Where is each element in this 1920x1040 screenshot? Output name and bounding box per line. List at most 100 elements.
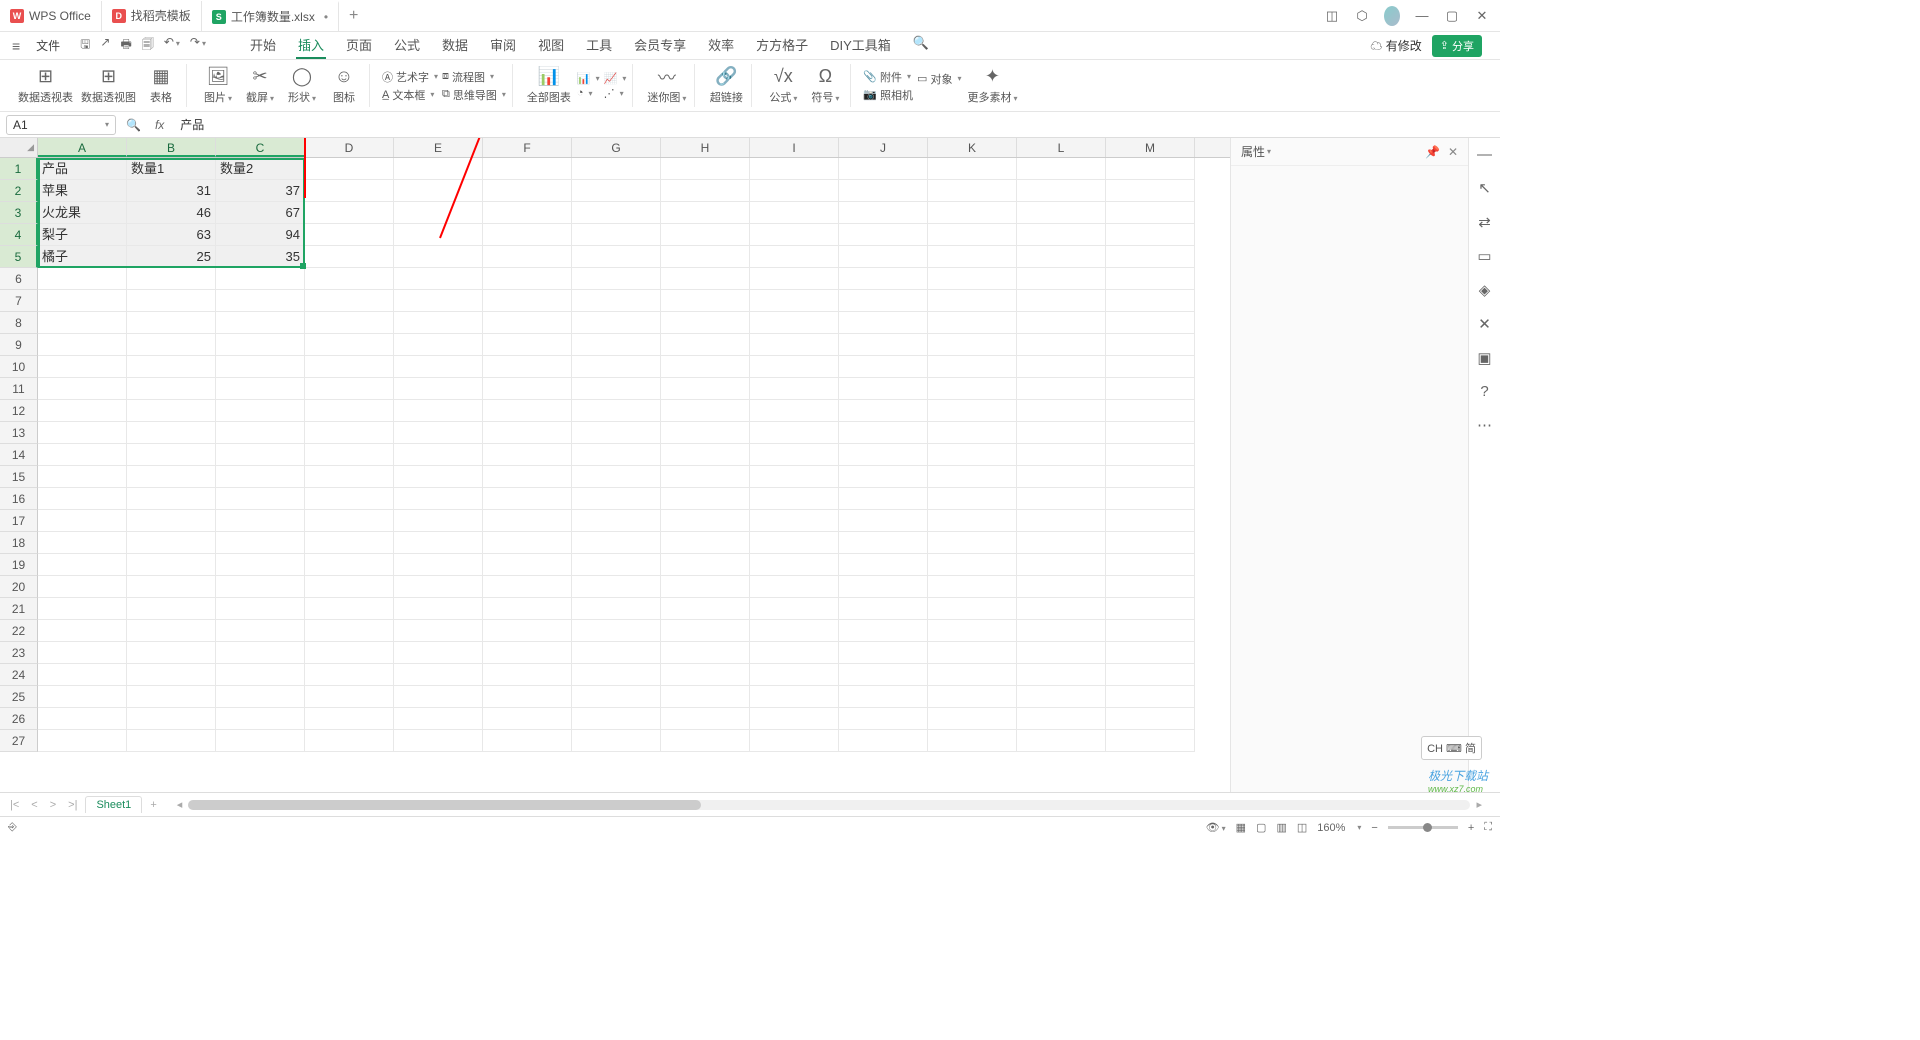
cell[interactable] bbox=[127, 664, 216, 686]
cell[interactable] bbox=[483, 488, 572, 510]
cell[interactable] bbox=[750, 642, 839, 664]
cell[interactable]: 火龙果 bbox=[38, 202, 127, 224]
cell[interactable] bbox=[1017, 510, 1106, 532]
zoom-slider[interactable] bbox=[1388, 826, 1458, 829]
cell[interactable] bbox=[216, 356, 305, 378]
cell[interactable] bbox=[572, 246, 661, 268]
cell[interactable] bbox=[305, 378, 394, 400]
cell[interactable] bbox=[127, 444, 216, 466]
row-header[interactable]: 6 bbox=[0, 268, 38, 290]
cell[interactable] bbox=[483, 312, 572, 334]
shapes-button[interactable]: ◯形状▾ bbox=[283, 65, 321, 107]
cell[interactable] bbox=[216, 708, 305, 730]
tab-tools[interactable]: 工具 bbox=[584, 32, 614, 59]
cell[interactable] bbox=[572, 202, 661, 224]
cell[interactable] bbox=[394, 246, 483, 268]
cell[interactable] bbox=[127, 642, 216, 664]
cloud-revise[interactable]: ☁ 有修改 bbox=[1370, 37, 1421, 54]
cell[interactable] bbox=[1017, 356, 1106, 378]
cell[interactable] bbox=[928, 290, 1017, 312]
tab-formula[interactable]: 公式 bbox=[392, 32, 422, 59]
cell[interactable] bbox=[127, 422, 216, 444]
row-header[interactable]: 22 bbox=[0, 620, 38, 642]
name-box[interactable]: A1 ▾ bbox=[6, 115, 116, 135]
cell[interactable] bbox=[483, 444, 572, 466]
cell[interactable] bbox=[1017, 334, 1106, 356]
cell[interactable] bbox=[38, 444, 127, 466]
cell[interactable] bbox=[483, 378, 572, 400]
cell[interactable] bbox=[928, 422, 1017, 444]
cell[interactable]: 25 bbox=[127, 246, 216, 268]
cell[interactable] bbox=[127, 620, 216, 642]
hyperlink-button[interactable]: 🔗超链接 bbox=[707, 65, 745, 107]
cell[interactable] bbox=[1106, 158, 1195, 180]
row-header[interactable]: 23 bbox=[0, 642, 38, 664]
cell[interactable] bbox=[928, 158, 1017, 180]
row-header[interactable]: 19 bbox=[0, 554, 38, 576]
cell[interactable] bbox=[483, 268, 572, 290]
cell[interactable] bbox=[1106, 642, 1195, 664]
cell[interactable] bbox=[216, 290, 305, 312]
cell[interactable] bbox=[1106, 334, 1195, 356]
cell[interactable] bbox=[1106, 620, 1195, 642]
cell[interactable] bbox=[216, 664, 305, 686]
cell[interactable] bbox=[483, 576, 572, 598]
cell[interactable] bbox=[305, 642, 394, 664]
cell[interactable] bbox=[305, 730, 394, 752]
cell[interactable] bbox=[661, 532, 750, 554]
cell[interactable] bbox=[661, 312, 750, 334]
print-icon[interactable]: 🖶 bbox=[120, 35, 131, 56]
cell[interactable] bbox=[483, 466, 572, 488]
cell[interactable] bbox=[750, 400, 839, 422]
cell[interactable] bbox=[1017, 620, 1106, 642]
cell[interactable] bbox=[572, 642, 661, 664]
cell[interactable] bbox=[839, 158, 928, 180]
cell[interactable] bbox=[661, 466, 750, 488]
cell[interactable] bbox=[572, 378, 661, 400]
cell[interactable] bbox=[750, 554, 839, 576]
tool-icon[interactable]: ✕ bbox=[1478, 315, 1491, 333]
cell[interactable] bbox=[839, 444, 928, 466]
cell[interactable] bbox=[483, 224, 572, 246]
cell[interactable] bbox=[216, 268, 305, 290]
cell[interactable] bbox=[839, 708, 928, 730]
cell[interactable] bbox=[305, 466, 394, 488]
cell[interactable] bbox=[661, 554, 750, 576]
row-header[interactable]: 14 bbox=[0, 444, 38, 466]
minimize-button[interactable]: — bbox=[1414, 8, 1430, 23]
cell[interactable] bbox=[1017, 532, 1106, 554]
cell[interactable]: 35 bbox=[216, 246, 305, 268]
tab-data[interactable]: 数据 bbox=[440, 32, 470, 59]
cell[interactable] bbox=[38, 334, 127, 356]
equation-button[interactable]: √x公式▾ bbox=[764, 65, 802, 107]
cell[interactable] bbox=[483, 708, 572, 730]
cell[interactable] bbox=[394, 312, 483, 334]
cell[interactable] bbox=[1017, 488, 1106, 510]
cell[interactable] bbox=[1106, 488, 1195, 510]
col-header[interactable]: B bbox=[127, 138, 216, 157]
cell[interactable] bbox=[750, 730, 839, 752]
cell[interactable] bbox=[661, 224, 750, 246]
cell[interactable] bbox=[216, 510, 305, 532]
zoom-value[interactable]: 160% bbox=[1317, 822, 1345, 834]
col-header[interactable]: E bbox=[394, 138, 483, 157]
cell[interactable] bbox=[305, 158, 394, 180]
cell[interactable] bbox=[928, 224, 1017, 246]
cell[interactable]: 67 bbox=[216, 202, 305, 224]
cell[interactable] bbox=[305, 290, 394, 312]
cell[interactable] bbox=[394, 158, 483, 180]
cell[interactable] bbox=[1017, 466, 1106, 488]
cell[interactable] bbox=[1106, 466, 1195, 488]
cell[interactable] bbox=[572, 334, 661, 356]
cell[interactable]: 31 bbox=[127, 180, 216, 202]
cell[interactable] bbox=[483, 202, 572, 224]
cell[interactable] bbox=[750, 532, 839, 554]
chevron-down-icon[interactable]: ▾ bbox=[105, 120, 109, 129]
cell[interactable] bbox=[1106, 180, 1195, 202]
row-header[interactable]: 5 bbox=[0, 246, 38, 268]
cell[interactable] bbox=[394, 422, 483, 444]
cell[interactable] bbox=[1106, 422, 1195, 444]
cell[interactable] bbox=[661, 620, 750, 642]
help-icon[interactable]: ? bbox=[1480, 383, 1488, 400]
cell[interactable] bbox=[483, 290, 572, 312]
